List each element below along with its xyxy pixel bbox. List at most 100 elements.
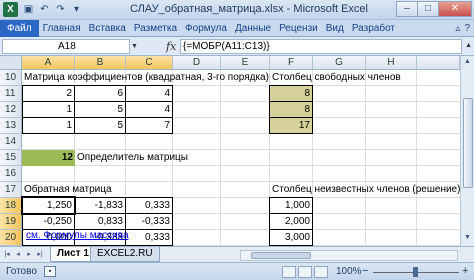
tab-home[interactable]: Главная [39,20,85,37]
cell-a12[interactable]: 1 [22,101,75,118]
cell-b13[interactable]: 5 [74,117,126,134]
row-header-12[interactable]: 12 [0,102,22,118]
zoom-out-icon[interactable]: − [362,265,368,277]
sheet-tab-excel2ru[interactable]: EXCEL2.RU [90,247,160,262]
cell-f18[interactable]: 1,000 [269,197,313,214]
sheet-tab-bar: |◂ ◂ ▸ ▸| Лист 1 EXCEL2.RU [0,246,474,262]
status-bar: Готово ▪ 100% − + [0,262,474,280]
next-sheet-icon[interactable]: ▸ [24,249,34,260]
cell-b11[interactable]: 6 [74,85,126,102]
column-header-i[interactable] [417,56,460,70]
tab-review[interactable]: Рецензи [275,20,322,37]
zoom-in-icon[interactable]: + [462,265,468,277]
cell-a18[interactable]: 1,250 [21,196,76,215]
view-buttons [282,266,328,278]
row-header-18[interactable]: 18 [0,198,22,214]
cell-a15[interactable]: 12 [22,150,75,166]
normal-view-icon[interactable] [282,266,296,278]
help-icon[interactable]: ? [464,23,470,34]
scroll-up-icon[interactable]: ▲ [461,56,474,68]
ribbon-tabs: Файл Главная Вставка Разметка Формула Да… [0,20,474,37]
column-header-d[interactable]: D [173,56,221,70]
tab-file[interactable]: Файл [0,20,39,37]
column-header-b[interactable]: B [75,56,126,70]
formula-input[interactable]: {=МОБР(A11:C13)} [180,39,462,54]
redo-icon[interactable]: ↷ [54,3,67,16]
tab-view[interactable]: Вид [322,20,348,37]
page-layout-view-icon[interactable] [298,266,312,278]
cell-b12[interactable]: 5 [74,101,126,118]
maximize-button[interactable]: □ [417,1,439,17]
cell-f19[interactable]: 2,000 [269,213,313,230]
window-title: СЛАУ_обратная_матрица.xlsx - Microsoft E… [130,3,368,15]
row-header-10[interactable]: 10 [0,70,22,86]
tab-page-layout[interactable]: Разметка [130,20,181,37]
undo-icon[interactable]: ↶ [38,3,51,16]
cell-c11[interactable]: 4 [125,85,173,102]
tab-formulas[interactable]: Формула [181,20,231,37]
horizontal-scroll-thumb[interactable] [251,252,311,259]
cell-a13[interactable]: 1 [22,117,75,134]
page-break-view-icon[interactable] [314,266,328,278]
zoom-slider-knob[interactable] [413,267,418,277]
minimize-button[interactable]: – [396,1,418,17]
expand-formula-bar-icon[interactable]: ▲ [465,42,472,49]
row-header-17[interactable]: 17 [0,182,22,198]
horizontal-scrollbar[interactable] [240,250,458,261]
tab-insert[interactable]: Вставка [85,20,130,37]
column-header-a[interactable]: A [22,56,75,70]
row-header-19[interactable]: 19 [0,214,22,230]
tab-data[interactable]: Данные [231,20,275,37]
cell-a11[interactable]: 2 [22,85,75,102]
window-controls: – □ ✕ [396,1,472,17]
cell-b18[interactable]: -1,833 [74,197,126,214]
excel-logo-icon[interactable]: X [3,2,18,17]
cell-f20[interactable]: 3,000 [269,229,313,246]
row-header-14[interactable]: 14 [0,134,22,150]
tab-developer[interactable]: Разработ [348,20,399,37]
column-header-f[interactable]: F [270,56,313,70]
vertical-scrollbar[interactable]: ▲ ▼ [460,56,474,246]
zoom-level[interactable]: 100% [336,266,362,277]
select-all-corner[interactable] [0,56,22,70]
column-header-h[interactable]: H [366,56,417,70]
save-icon[interactable]: ▣ [22,3,35,16]
row-header-20[interactable]: 20 [0,230,22,246]
macro-record-icon[interactable]: ▪ [44,266,56,277]
close-button[interactable]: ✕ [438,1,472,17]
status-ready: Готово [6,266,37,277]
formula-bar: A18 ▼ fx {=МОБР(A11:C13)} ▲ [0,37,474,56]
row-header-11[interactable]: 11 [0,86,22,102]
insert-function-icon[interactable]: fx [166,40,176,53]
name-box[interactable]: A18 [2,39,130,54]
row-header-16[interactable]: 16 [0,166,22,182]
cell-f13[interactable]: 17 [269,117,313,134]
cell-f17[interactable]: Столбец неизвестных членов (решение) [270,182,460,198]
cell-c12[interactable]: 4 [125,101,173,118]
row-header-15[interactable]: 15 [0,150,22,166]
cell-f10[interactable]: Столбец свободных членов [270,70,450,86]
prev-sheet-icon[interactable]: ◂ [13,249,23,260]
first-sheet-icon[interactable]: |◂ [2,249,12,260]
cell-a10[interactable]: Матрица коэффициентов (квадратная, 3-го … [22,70,270,86]
dropdown-icon[interactable]: ▾ [70,3,83,16]
worksheet-grid[interactable]: A B C D E F G H 10 11 12 13 14 15 16 17 … [0,56,474,246]
title-bar: X ▣ ↶ ↷ ▾ СЛАУ_обратная_матрица.xlsx - M… [0,0,474,20]
row-header-13[interactable]: 13 [0,118,22,134]
last-sheet-icon[interactable]: ▸| [35,249,45,260]
column-header-c[interactable]: C [126,56,173,70]
cell-c18[interactable]: 0,333 [125,197,173,214]
cell-b15[interactable]: Определитель матрицы [75,150,255,166]
chevron-down-icon[interactable]: ▼ [131,43,138,50]
column-header-e[interactable]: E [221,56,270,70]
ribbon-minimize-icon[interactable]: ▵ [455,23,460,34]
cell-a17[interactable]: Обратная матрица [22,182,222,198]
cell-f12[interactable]: 8 [269,101,313,118]
cell-c13[interactable]: 7 [125,117,173,134]
sheet-navigation: |◂ ◂ ▸ ▸| [2,249,45,260]
scroll-down-icon[interactable]: ▼ [461,232,474,244]
array-formulas-link[interactable]: см. Формулы массива [24,228,224,244]
column-header-g[interactable]: G [313,56,366,70]
vertical-scroll-thumb[interactable] [463,98,473,188]
cell-f11[interactable]: 8 [269,85,313,102]
